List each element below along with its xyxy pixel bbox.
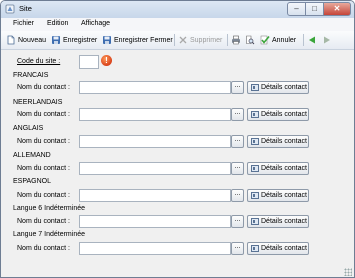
language-heading: ALLEMAND — [13, 152, 51, 159]
contact-name-input[interactable] — [79, 135, 231, 148]
contact-details-button[interactable]: Détails contact — [247, 108, 309, 121]
contact-card-icon — [251, 192, 259, 199]
next-button[interactable] — [322, 34, 334, 46]
browse-button[interactable]: ... — [231, 189, 244, 202]
undo-check-icon — [260, 35, 270, 45]
cancel-button[interactable]: Annuler — [260, 34, 296, 46]
code-label: Code du site : — [17, 58, 61, 65]
toolbar: Nouveau Enregistrer Enregistrer Fermer S… — [1, 31, 354, 50]
contact-details-label: Détails contact — [261, 245, 307, 252]
contact-card-icon — [251, 111, 259, 118]
language-heading: NEERLANDAIS — [13, 99, 63, 106]
cancel-label: Annuler — [272, 36, 297, 44]
print-preview-button[interactable] — [245, 34, 257, 46]
browse-button[interactable]: ... — [231, 135, 244, 148]
save-close-button[interactable]: Enregistrer Fermer — [102, 34, 173, 46]
contact-details-button[interactable]: Détails contact — [247, 189, 309, 202]
menu-fichier[interactable]: Fichier — [13, 20, 34, 27]
site-code-input[interactable] — [79, 55, 99, 69]
error-icon: ! — [101, 55, 112, 66]
status-bar — [1, 266, 354, 277]
contact-name-input[interactable] — [79, 242, 231, 255]
site-window: Site – □ ✕ Fichier Edition Affichage Nou… — [0, 0, 355, 278]
contact-details-label: Détails contact — [261, 218, 307, 225]
contact-details-label: Détails contact — [261, 84, 307, 91]
print-preview-icon — [246, 35, 255, 45]
resize-grip-icon[interactable] — [344, 268, 352, 276]
contact-card-icon — [251, 84, 259, 91]
contact-label: Nom du contact : — [17, 84, 70, 91]
menu-affichage[interactable]: Affichage — [81, 20, 110, 27]
language-heading: FRANCAIS — [13, 72, 49, 79]
arrow-right-icon — [324, 36, 330, 44]
contact-details-button[interactable]: Détails contact — [247, 135, 309, 148]
contact-label: Nom du contact : — [17, 111, 70, 118]
save-close-label: Enregistrer Fermer — [114, 36, 173, 44]
contact-card-icon — [251, 165, 259, 172]
browse-button[interactable]: ... — [231, 215, 244, 228]
contact-name-input[interactable] — [79, 108, 231, 121]
toolbar-separator — [303, 34, 304, 46]
contact-label: Nom du contact : — [17, 138, 70, 145]
menu-edition[interactable]: Edition — [47, 20, 68, 27]
delete-label: Supprimer — [190, 36, 223, 44]
window-controls: – □ ✕ — [287, 2, 351, 16]
contact-details-button[interactable]: Détails contact — [247, 242, 309, 255]
language-heading: ESPAGNOL — [13, 178, 51, 185]
new-label: Nouveau — [18, 36, 47, 44]
contact-card-icon — [251, 138, 259, 145]
language-heading: Langue 7 Indéterminée — [13, 231, 85, 238]
contact-label: Nom du contact : — [17, 192, 70, 199]
contact-details-button[interactable]: Détails contact — [247, 81, 309, 94]
contact-label: Nom du contact : — [17, 165, 70, 172]
contact-details-button[interactable]: Détails contact — [247, 162, 309, 175]
browse-button[interactable]: ... — [231, 162, 244, 175]
new-button[interactable]: Nouveau — [6, 34, 46, 46]
contact-card-icon — [251, 218, 259, 225]
save-label: Enregistrer — [63, 36, 98, 44]
print-button[interactable] — [231, 34, 243, 46]
toolbar-separator — [227, 34, 228, 46]
arrow-left-icon — [309, 36, 315, 44]
contact-details-label: Détails contact — [261, 111, 307, 118]
previous-button[interactable] — [307, 34, 319, 46]
menu-bar: Fichier Edition Affichage — [1, 18, 354, 31]
browse-button[interactable]: ... — [231, 242, 244, 255]
contact-details-label: Détails contact — [261, 192, 307, 199]
contact-details-label: Détails contact — [261, 165, 307, 172]
delete-button[interactable]: Supprimer — [178, 34, 222, 46]
contact-name-input[interactable] — [79, 189, 231, 202]
contact-details-button[interactable]: Détails contact — [247, 215, 309, 228]
minimize-button[interactable]: – — [287, 2, 306, 16]
close-button[interactable]: ✕ — [323, 2, 351, 16]
contact-card-icon — [251, 245, 259, 252]
contact-details-label: Détails contact — [261, 138, 307, 145]
title-bar[interactable]: Site – □ ✕ — [1, 1, 354, 18]
contact-label: Nom du contact : — [17, 245, 70, 252]
maximize-button[interactable]: □ — [305, 2, 324, 16]
save-close-icon — [103, 36, 111, 44]
contact-label: Nom du contact : — [17, 218, 70, 225]
window-title: Site — [19, 4, 32, 13]
print-icon — [232, 35, 240, 45]
site-form: Code du site : ! FRANCAIS Nom du contact… — [1, 50, 354, 266]
browse-button[interactable]: ... — [231, 108, 244, 121]
browse-button[interactable]: ... — [231, 81, 244, 94]
new-document-icon — [7, 35, 15, 45]
contact-name-input[interactable] — [79, 215, 231, 228]
delete-icon — [179, 36, 187, 44]
contact-name-input[interactable] — [79, 162, 231, 175]
contact-name-input[interactable] — [79, 81, 231, 94]
save-icon — [52, 36, 60, 44]
app-icon — [5, 4, 15, 14]
save-button[interactable]: Enregistrer — [51, 34, 97, 46]
language-heading: Langue 6 Indéterminée — [13, 205, 85, 212]
toolbar-separator — [174, 34, 175, 46]
language-heading: ANGLAIS — [13, 125, 44, 132]
